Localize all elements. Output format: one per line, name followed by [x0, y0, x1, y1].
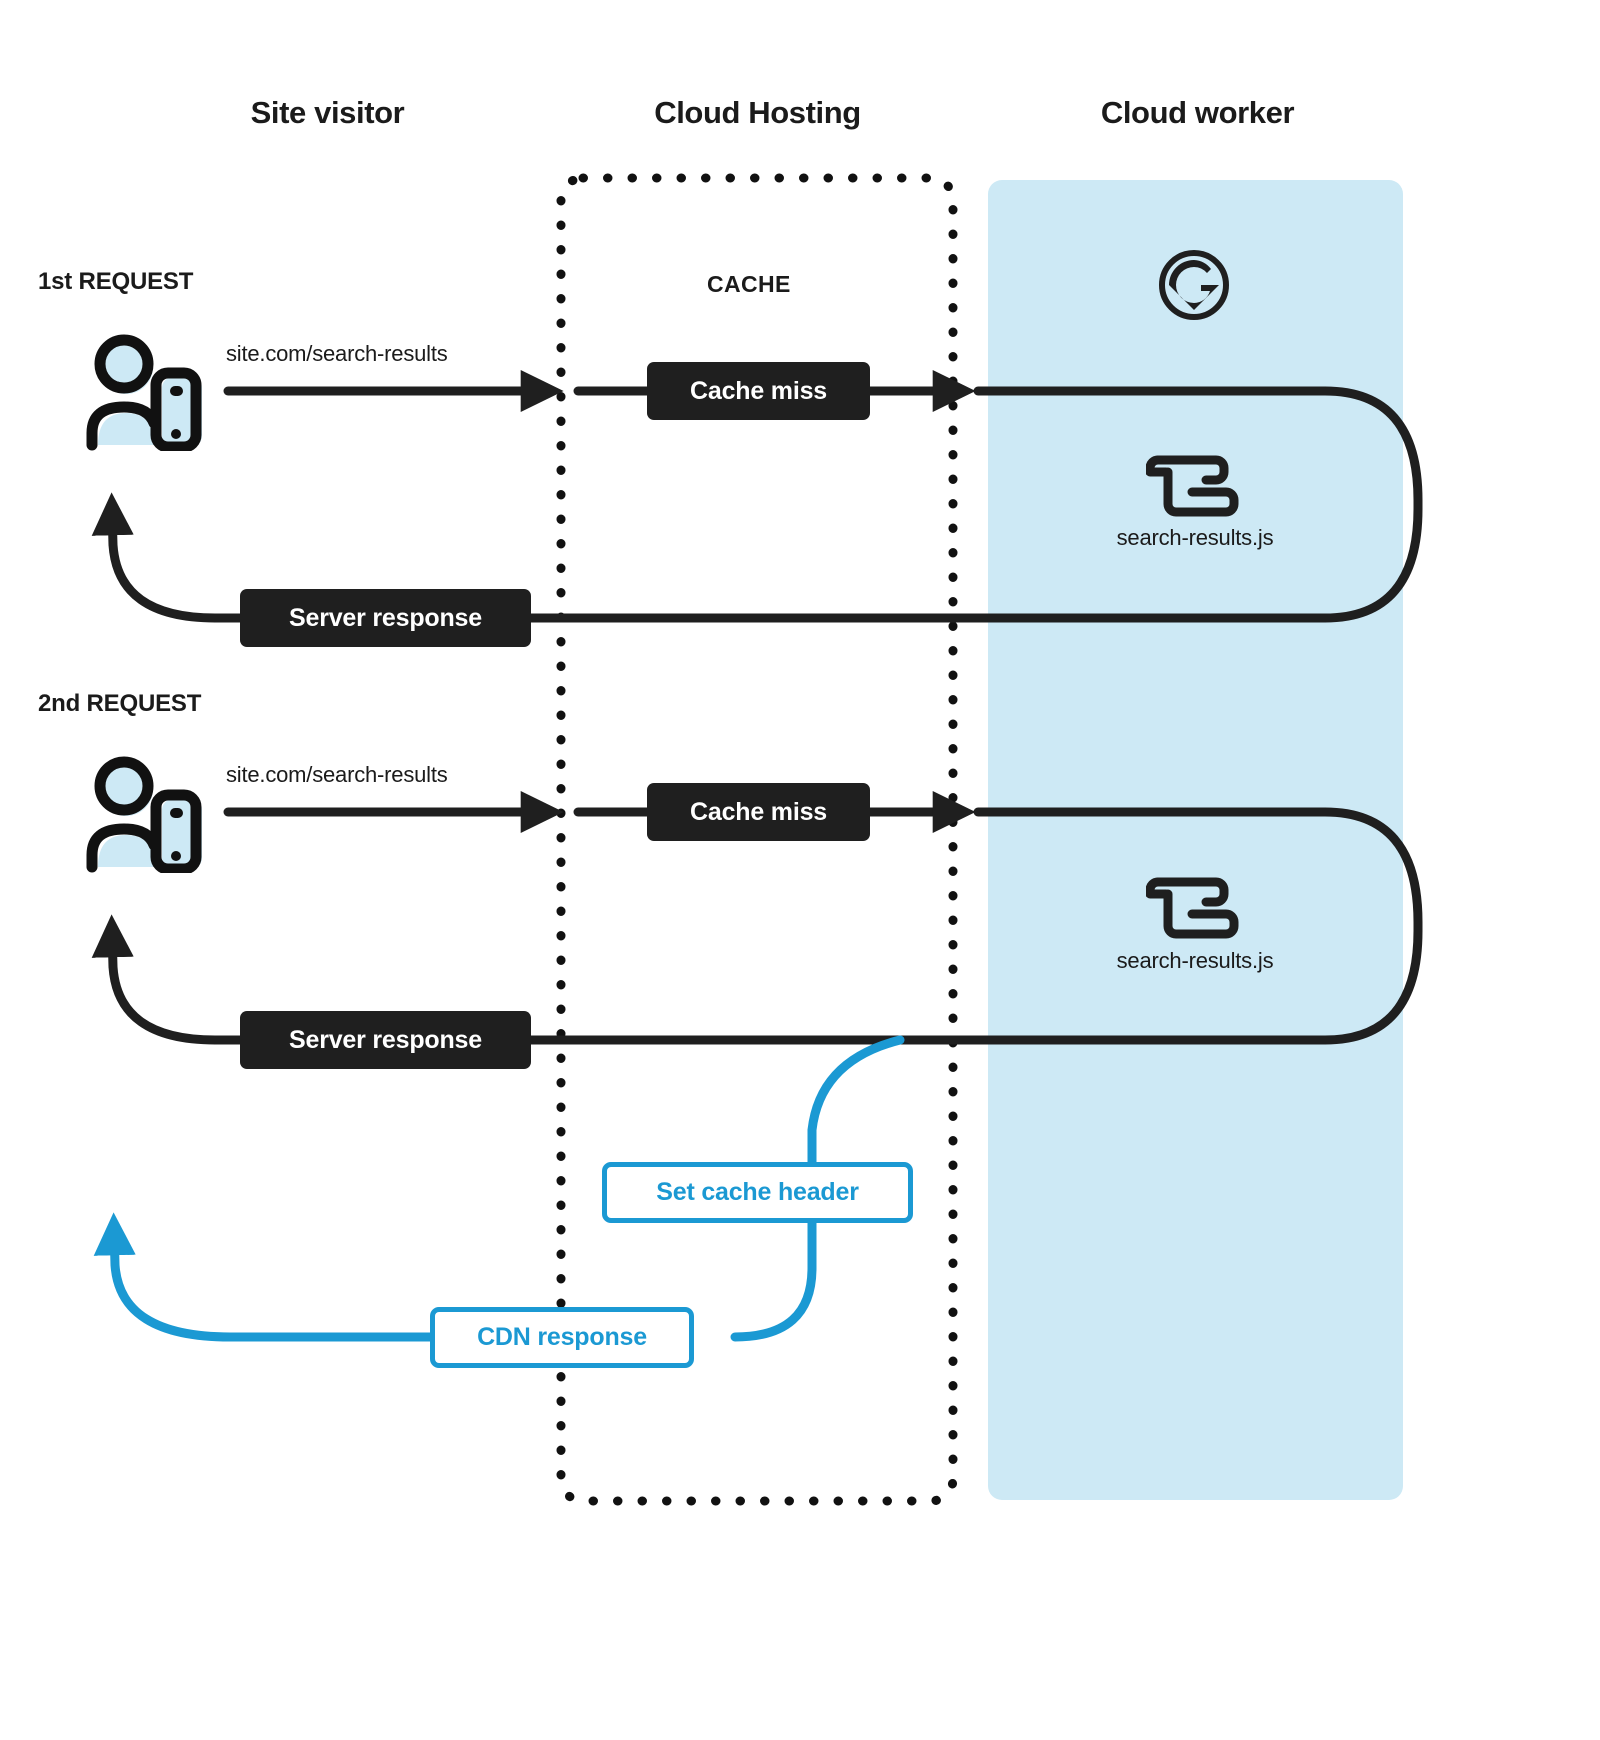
cache-status-badge-first: Cache miss [647, 362, 870, 420]
request-label-first: 1st REQUEST [38, 268, 194, 295]
cache-region-label-first: CACHE [707, 271, 791, 297]
request-url-first: site.com/search-results [226, 341, 448, 366]
set-cache-header-badge: Set cache header [602, 1162, 913, 1223]
cdn-response-badge: CDN response [430, 1307, 694, 1368]
column-header-cloud-hosting: Cloud Hosting [654, 95, 861, 130]
site-visitor-icon [86, 756, 202, 873]
scroll-file-icon [1146, 877, 1239, 939]
server-response-badge-second: Server response [240, 1011, 531, 1069]
site-visitor-icon [86, 334, 202, 451]
request-label-second: 2nd REQUEST [38, 690, 202, 717]
worker-file-label-first: search-results.js [1116, 525, 1274, 550]
gatsby-logo-icon [1159, 250, 1229, 320]
column-header-cloud-worker: Cloud worker [1100, 95, 1295, 130]
column-header-site-visitor: Site visitor [250, 95, 405, 130]
scroll-file-icon [1146, 455, 1239, 517]
request-url-second: site.com/search-results [226, 762, 448, 787]
worker-file-label-second: search-results.js [1116, 948, 1274, 973]
server-response-badge-first: Server response [240, 589, 531, 647]
cloud-worker-region-panel [988, 180, 1403, 1500]
diagram-canvas: Site visitor Cloud Hosting Cloud worker [0, 0, 1600, 1740]
cache-status-badge-second: Cache miss [647, 783, 870, 841]
